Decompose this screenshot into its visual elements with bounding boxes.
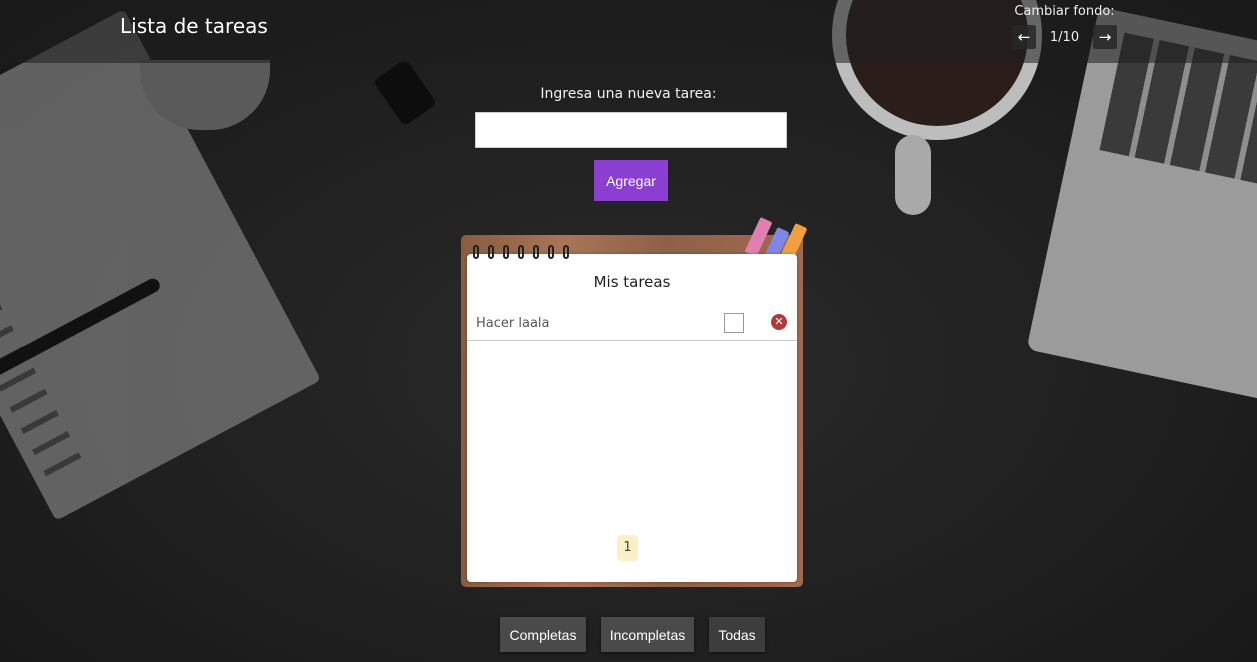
next-background-button[interactable]: → [1092,25,1117,49]
header-bar: Lista de tareas Cambiar fondo: ← 1/10 → [0,0,1257,63]
cup-handle-decoration [895,135,931,215]
add-task-button[interactable]: Agregar [594,160,668,201]
close-circle-icon[interactable]: ✕ [771,314,787,330]
new-task-label: Ingresa una nueva tarea: [540,86,717,102]
tasks-title: Mis tareas [593,273,671,291]
prev-background-button[interactable]: ← [1012,25,1036,49]
background-counter: 1/10 [1049,29,1080,45]
filter-completed-button[interactable]: Completas [500,617,586,652]
laptop-decoration [1026,6,1257,404]
task-complete-checkbox[interactable] [724,313,744,333]
pagination-page-button[interactable]: 1 [617,535,638,561]
task-text: Hacer laala [476,316,550,331]
notepad-sheet [467,254,797,582]
filter-all-button[interactable]: Todas [709,617,765,652]
filter-incomplete-button[interactable]: Incompletas [601,617,694,652]
task-item: Hacer laala ✕ [467,308,797,341]
app-title: Lista de tareas [120,14,268,38]
new-task-input[interactable] [475,112,787,148]
background-switch-label: Cambiar fondo: [1014,4,1115,19]
spiral-binding [473,245,569,259]
background-switcher: Cambiar fondo: ← 1/10 → [1012,4,1117,49]
background-switch-controls: ← 1/10 → [1012,25,1117,49]
